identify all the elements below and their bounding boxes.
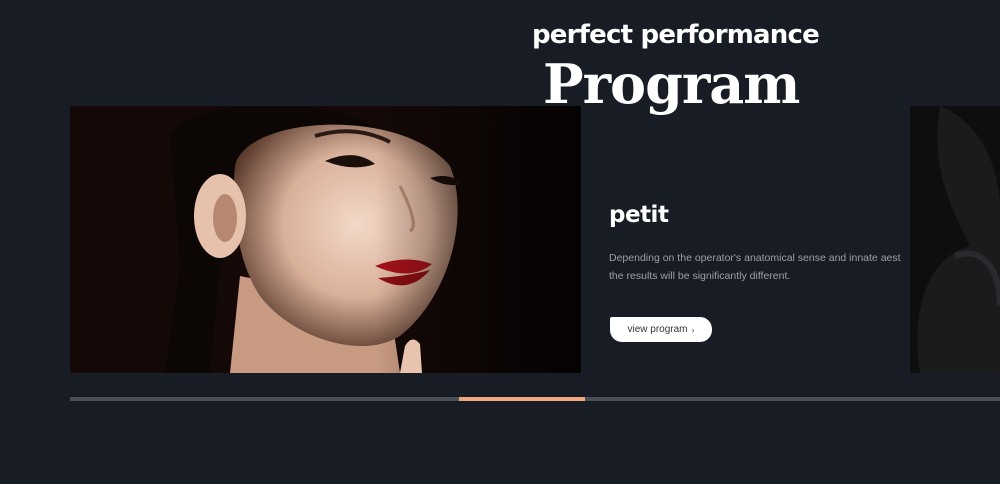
- slide-description: Depending on the operator's anatomical s…: [609, 249, 901, 285]
- chevron-right-icon: ›: [691, 324, 695, 335]
- portrait-illustration: [70, 106, 581, 373]
- view-program-label: view program: [627, 324, 688, 335]
- slide-description-line: Depending on the operator's anatomical s…: [609, 252, 901, 264]
- next-slide-image: [910, 106, 1000, 373]
- slide-heading: petit: [609, 202, 669, 228]
- next-slide-preview[interactable]: [910, 106, 1000, 373]
- slide-description-line: the results will be significantly differ…: [609, 270, 791, 282]
- section-kicker: perfect performance: [532, 20, 820, 50]
- slide-image[interactable]: [70, 106, 581, 373]
- view-program-button[interactable]: view program ›: [610, 317, 712, 342]
- slider-progress-indicator[interactable]: [459, 397, 585, 401]
- section-title: Program: [543, 52, 800, 116]
